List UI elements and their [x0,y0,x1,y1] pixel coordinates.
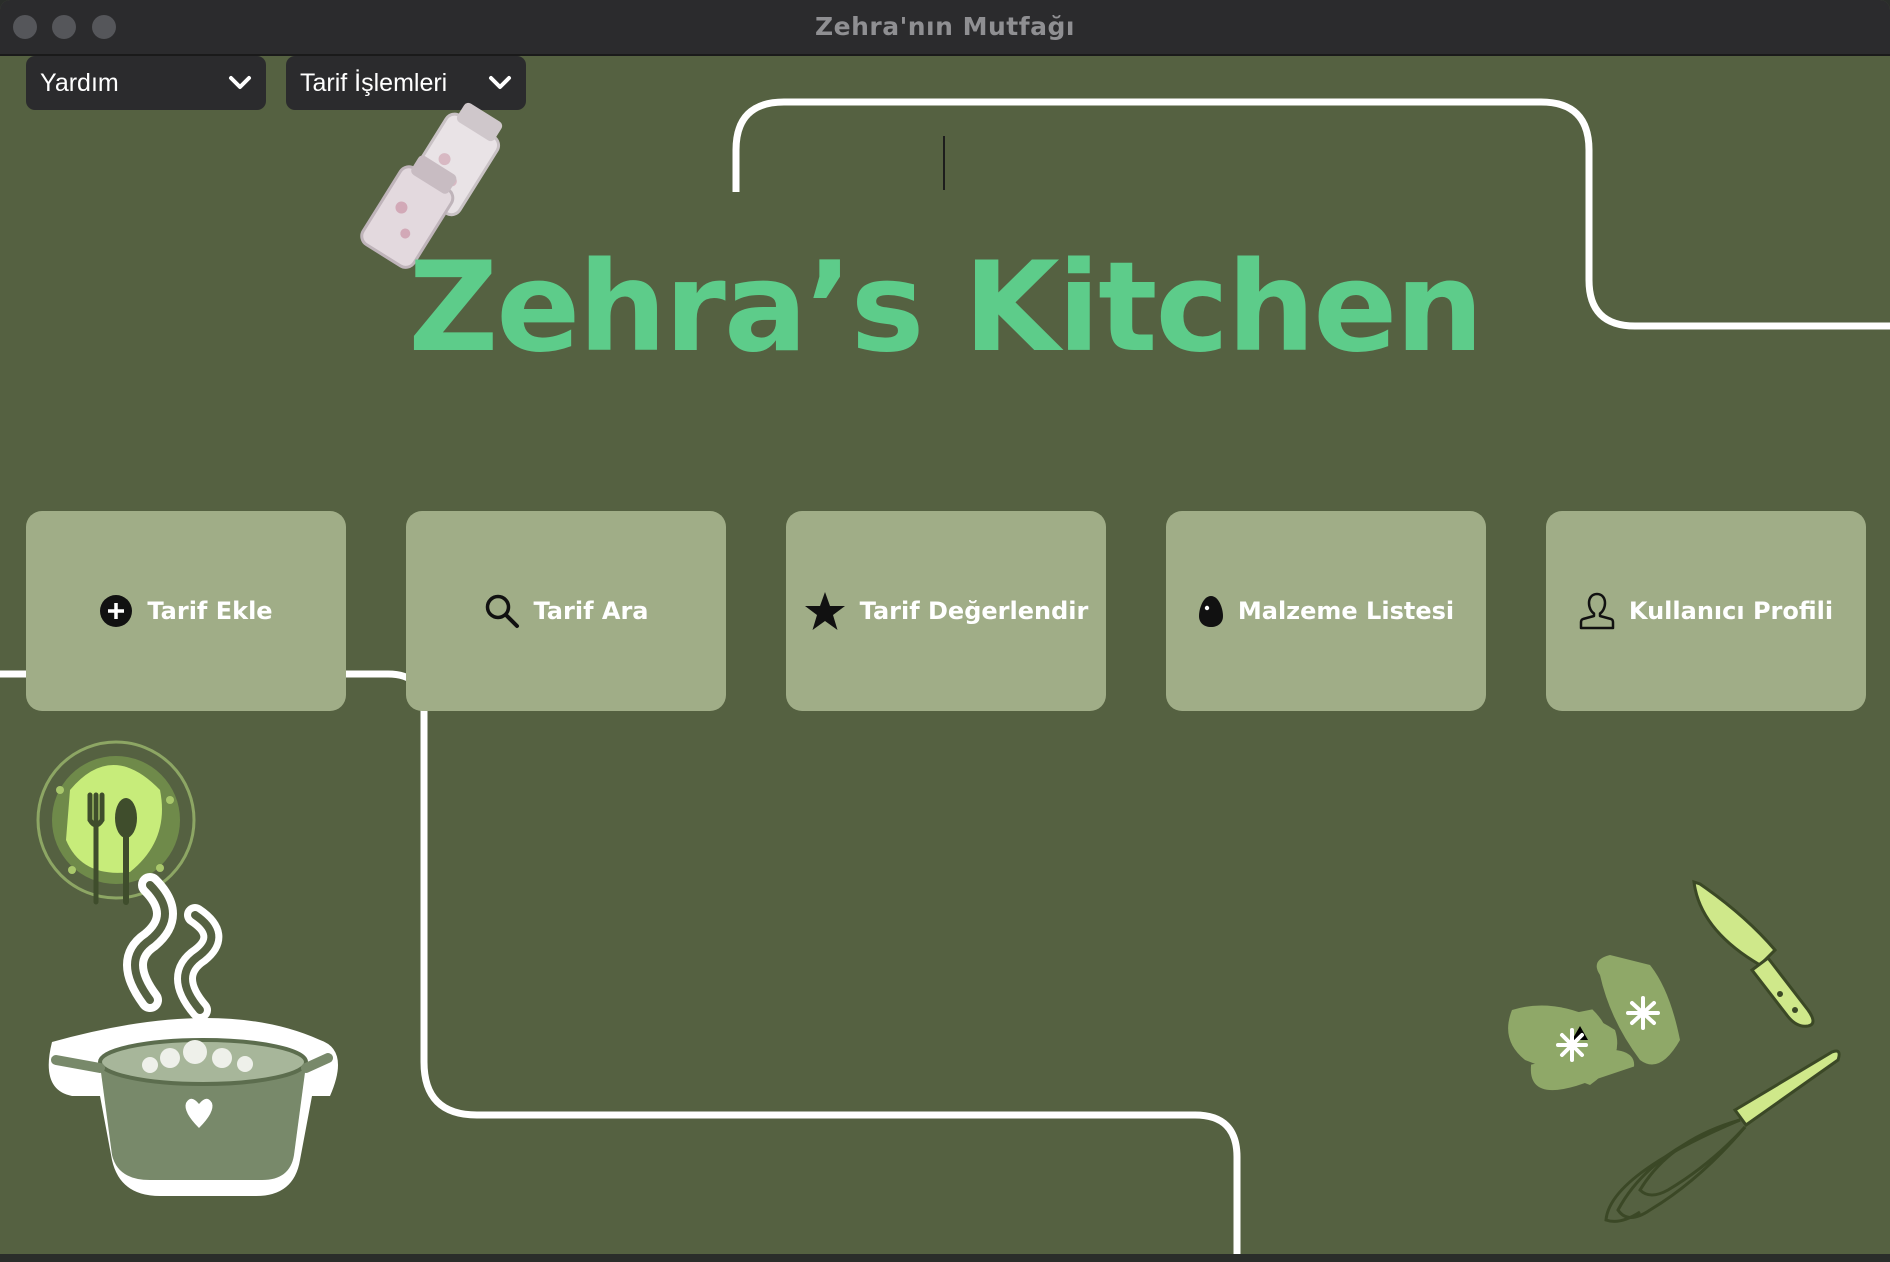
user-profile-label: Kullanıcı Profili [1628,597,1834,625]
search-recipe-button[interactable]: Tarif Ara [406,511,726,711]
window-title: Zehra'nın Mutfağı [815,12,1075,41]
search-icon [485,594,519,628]
recipe-operations-menu-label: Tarif İşlemleri [300,69,448,97]
add-recipe-label: Tarif Ekle [147,597,273,625]
chevron-down-icon [229,76,251,89]
user-icon [1579,592,1615,630]
rate-recipe-button[interactable]: Tarif Değerlendir [786,511,1106,711]
help-menu[interactable]: Yardım [26,56,266,110]
star-icon [804,592,845,630]
recipe-operations-menu[interactable]: Tarif İşlemleri [286,56,526,110]
add-recipe-button[interactable]: Tarif Ekle [26,511,346,711]
ingredient-list-button[interactable]: Malzeme Listesi [1166,511,1486,711]
text-cursor [943,136,945,190]
rate-recipe-label: Tarif Değerlendir [859,597,1089,625]
egg-icon [1198,596,1223,627]
add-circle-icon [100,595,133,627]
search-recipe-label: Tarif Ara [533,597,649,625]
brand-title: Zehra’s Kitchen [408,236,1483,380]
app-window: Zehra'nın Mutfağı Yardım Tarif İşlemleri… [0,0,1890,1254]
title-bar: Zehra'nın Mutfağı [0,0,1890,56]
help-menu-label: Yardım [40,69,119,97]
chevron-down-icon [489,76,511,89]
ingredient-list-label: Malzeme Listesi [1237,597,1455,625]
user-profile-button[interactable]: Kullanıcı Profili [1546,511,1866,711]
